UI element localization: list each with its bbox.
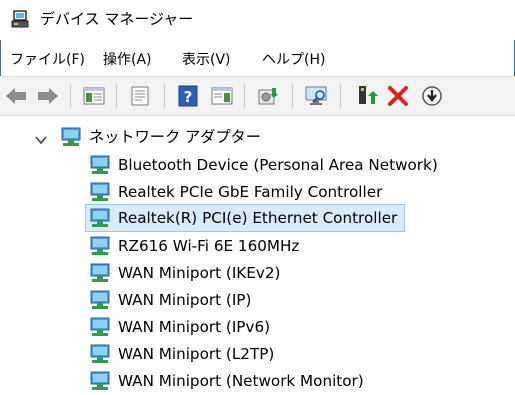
device-label: Bluetooth Device (Personal Area Network) [118,156,438,174]
tree-item-device[interactable]: WAN Miniport (IKEv2) [89,260,280,286]
menu-file[interactable]: ファイル(F) [10,50,85,70]
action-pane-button[interactable] [208,82,236,110]
device-manager-icon [11,10,29,28]
back-button[interactable] [2,82,30,110]
toolbar-separator [292,84,293,108]
tree-category-network-adapters[interactable]: ネットワーク アダプター [60,124,261,150]
properties-button[interactable] [126,82,154,110]
enable-device-icon [359,86,378,104]
title-bar[interactable]: デバイス マネージャー [0,0,515,40]
tree-item-device[interactable]: RZ616 Wi-Fi 6E 160MHz [89,233,299,259]
network-adapter-icon [90,290,110,309]
device-label: WAN Miniport (L2TP) [118,345,275,363]
uninstall-device-button[interactable] [384,82,412,110]
back-arrow-icon [6,88,26,104]
network-adapter-icon [61,127,81,146]
toolbar-separator [70,84,71,108]
network-adapter-icon [90,263,110,282]
uninstall-device-icon [388,86,408,106]
toolbar-separator [340,84,341,108]
disable-device-button[interactable] [418,82,446,110]
network-adapter-icon [90,208,110,227]
enable-device-button[interactable] [352,82,380,110]
scan-hardware-icon [305,86,327,105]
network-adapter-icon [90,344,110,363]
forward-arrow-icon [38,88,58,104]
disable-device-icon [422,86,442,106]
network-adapter-icon [90,371,110,390]
network-adapter-icon [90,236,110,255]
device-label: Realtek PCIe GbE Family Controller [118,183,383,201]
network-adapter-icon [90,317,110,336]
tree-item-device[interactable]: WAN Miniport (IPv6) [89,314,270,340]
update-driver-icon [258,88,278,105]
device-label: WAN Miniport (Network Monitor) [118,372,364,390]
device-label: Realtek(R) PCI(e) Ethernet Controller [118,209,398,227]
toolbar-separator [244,84,245,108]
device-label: WAN Miniport (IKEv2) [118,264,281,282]
svg-text:?: ? [184,88,193,106]
toolbar: ? [0,76,515,116]
update-driver-button[interactable] [254,82,282,110]
window-title: デバイス マネージャー [40,10,194,28]
tree-item-device[interactable]: Realtek PCIe GbE Family Controller [89,179,382,205]
action-pane-icon [211,87,233,105]
help-button[interactable]: ? [174,82,202,110]
menu-view[interactable]: 表示(V) [182,50,231,70]
menu-help[interactable]: ヘルプ(H) [262,50,325,70]
device-label: RZ616 Wi-Fi 6E 160MHz [118,237,300,255]
console-tree-button[interactable] [80,82,108,110]
toolbar-separator [116,84,117,108]
device-label: WAN Miniport (IP) [118,291,252,309]
forward-button[interactable] [34,82,62,110]
scan-hardware-button[interactable] [302,82,330,110]
menu-action[interactable]: 操作(A) [103,50,152,70]
network-adapter-icon [90,182,110,201]
tree-item-device[interactable]: WAN Miniport (IP) [89,287,251,313]
device-label: WAN Miniport (IPv6) [118,318,271,336]
tree-item-device-selected[interactable]: Realtek(R) PCI(e) Ethernet Controller [85,204,405,232]
console-tree-icon [83,87,105,105]
help-icon: ? [178,85,198,107]
menu-bar: ファイル(F) 操作(A) 表示(V) ヘルプ(H) [0,46,515,74]
properties-icon [131,86,149,106]
chevron-down-icon[interactable] [34,133,48,147]
category-label: ネットワーク アダプター [89,128,261,146]
toolbar-separator [164,84,165,108]
network-adapter-icon [90,155,110,174]
tree-item-device[interactable]: WAN Miniport (L2TP) [89,341,274,367]
tree-item-device[interactable]: WAN Miniport (Network Monitor) [89,368,364,394]
tree-item-device[interactable]: Bluetooth Device (Personal Area Network) [89,152,438,178]
